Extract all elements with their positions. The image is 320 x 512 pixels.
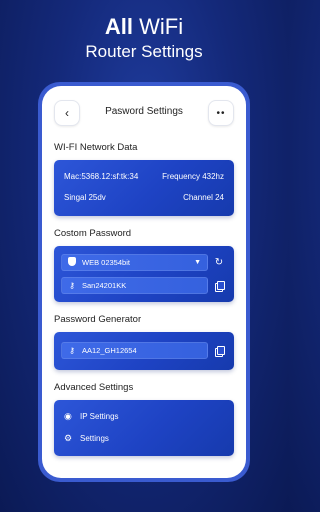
settings-item[interactable]: ⚙ Settings <box>64 431 224 445</box>
page-title: Pasword Settings <box>105 106 183 117</box>
network-select[interactable]: WEB 02354bit ▼ <box>61 254 208 271</box>
signal: Singal 25dv <box>64 193 106 202</box>
network-data-card: Mac:5368.12:sf:tk:34 Frequency 432hz Sin… <box>54 160 234 216</box>
network-select-value: WEB 02354bit <box>82 258 130 267</box>
network-row-2: Singal 25dv Channel 24 <box>64 193 224 202</box>
network-row-1: Mac:5368.12:sf:tk:34 Frequency 432hz <box>64 172 224 181</box>
generator-label: Password Generator <box>54 314 142 325</box>
more-button[interactable]: •• <box>208 100 234 126</box>
ip-settings-item[interactable]: ◉ IP Settings <box>64 409 224 423</box>
top-bar: ‹ Pasword Settings •• <box>54 100 234 128</box>
settings-label: Settings <box>80 433 109 443</box>
network-data-label: WI-FI Network Data <box>54 142 138 153</box>
key-icon: ⚷ <box>69 346 75 355</box>
copy-icon[interactable] <box>212 343 226 357</box>
frequency: Frequency 432hz <box>162 172 224 181</box>
promo-subtitle: Router Settings <box>85 42 203 61</box>
promo-title: All WiFi <box>0 14 288 40</box>
password-field[interactable]: ⚷ San24201KK <box>61 277 208 294</box>
chevron-left-icon: ‹ <box>65 106 69 120</box>
back-button[interactable]: ‹ <box>54 100 80 126</box>
promo-header: All WiFi Router Settings <box>0 14 288 63</box>
custom-password-label: Costom Password <box>54 228 132 239</box>
channel: Channel 24 <box>183 193 224 202</box>
more-dots-icon: •• <box>216 107 226 119</box>
phone-frame: ‹ Pasword Settings •• WI-FI Network Data… <box>38 82 250 482</box>
gear-icon: ⚙ <box>64 432 73 443</box>
app-screen: ‹ Pasword Settings •• WI-FI Network Data… <box>42 86 246 478</box>
promo-title-rest: WiFi <box>133 14 184 39</box>
password-value: San24201KK <box>82 281 127 290</box>
wifi-signal-icon: ◉ <box>64 410 72 421</box>
copy-icon[interactable] <box>212 278 226 292</box>
promo-title-bold: All <box>104 14 134 39</box>
custom-password-card: WEB 02354bit ▼ ↻ ⚷ San24201KK <box>54 246 234 302</box>
mac-address: Mac:5368.12:sf:tk:34 <box>64 172 139 181</box>
advanced-settings-card: ◉ IP Settings ⚙ Settings <box>54 400 234 456</box>
advanced-settings-label: Advanced Settings <box>54 382 134 393</box>
ip-settings-label: IP Settings <box>80 411 119 421</box>
refresh-icon[interactable]: ↻ <box>212 255 226 269</box>
generator-card: ⚷ AA12_GH12654 <box>54 332 234 370</box>
shield-icon <box>62 257 82 268</box>
key-icon: ⚷ <box>69 281 75 290</box>
chevron-down-icon: ▼ <box>194 259 201 266</box>
generated-password-field[interactable]: ⚷ AA12_GH12654 <box>61 342 208 359</box>
generated-password-value: AA12_GH12654 <box>82 346 137 355</box>
